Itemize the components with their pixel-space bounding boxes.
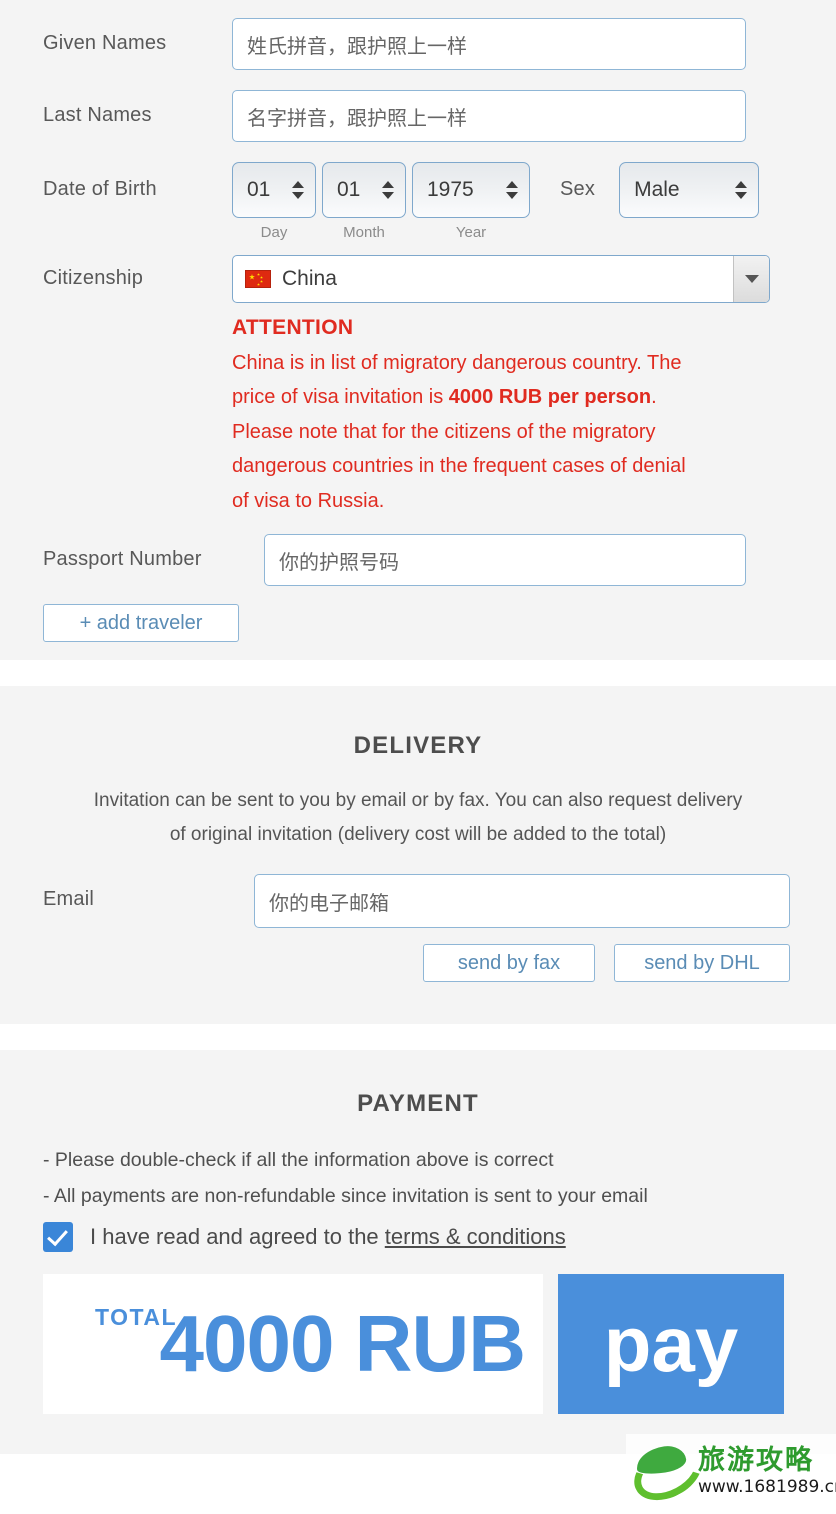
year-sub-label: Year — [455, 224, 487, 241]
total-box: TOTAL 4000 RUB — [43, 1274, 543, 1414]
passport-number-input[interactable]: 你的护照号码 — [264, 534, 746, 586]
delivery-panel: DELIVERY Invitation can be sent to you b… — [0, 686, 836, 1024]
attention-line-2-before: price of visa invitation is — [232, 386, 449, 408]
chevron-down-icon[interactable] — [733, 256, 769, 302]
attention-line-2-after: . — [651, 386, 657, 408]
traveler-panel: Given Names 姓氏拼音，跟护照上一样 Last Names 名字拼音，… — [0, 0, 836, 660]
panel-separator — [0, 1024, 836, 1050]
attention-warning: ATTENTION China is in list of migratory … — [232, 311, 764, 518]
attention-line-4: dangerous countries in the frequent case… — [232, 455, 686, 477]
terms-prefix: I have read and agreed to the — [90, 1224, 385, 1249]
day-value: 01 — [247, 178, 271, 201]
delivery-title: DELIVERY — [353, 732, 483, 759]
sex-label: Sex — [560, 178, 596, 200]
spinner-arrows-icon — [292, 181, 304, 199]
watermark-url: www.1681989.cn — [698, 1476, 836, 1497]
attention-line-2: price of visa invitation is 4000 RUB per… — [232, 380, 764, 415]
passport-number-row: Passport Number 你的护照号码 — [0, 534, 836, 586]
citizenship-selected-value-wrap: China — [233, 256, 733, 302]
sex-value: Male — [634, 178, 680, 201]
attention-heading: ATTENTION — [232, 316, 354, 339]
terms-text: I have read and agreed to the terms & co… — [90, 1224, 566, 1250]
spinner-arrows-icon — [506, 181, 518, 199]
spinner-arrows-icon — [382, 181, 394, 199]
payment-bullet-1: - Please double-check if all the informa… — [43, 1149, 554, 1171]
delivery-description-line-1: Invitation can be sent to you by email o… — [93, 790, 743, 811]
month-select[interactable]: 01 — [322, 162, 406, 218]
email-row: Email 你的电子邮箱 — [0, 874, 836, 928]
spinner-arrows-icon — [735, 181, 748, 199]
citizenship-label: Citizenship — [43, 267, 144, 289]
send-by-dhl-button[interactable]: send by DHL — [614, 944, 790, 982]
attention-line-5: of visa to Russia. — [232, 489, 385, 512]
total-pay-row: TOTAL 4000 RUB pay — [0, 1274, 836, 1414]
attention-line-3: Please note that for the citizens of the… — [232, 420, 656, 443]
china-flag-icon — [245, 270, 271, 288]
citizenship-row: Citizenship China ATTENTION China is in … — [0, 255, 836, 518]
payment-panel: PAYMENT - Please double-check if all the… — [0, 1050, 836, 1454]
month-select-group: 01 Month — [322, 162, 406, 241]
delivery-description: Invitation can be sent to you by email o… — [0, 784, 836, 852]
add-traveler-button[interactable]: + add traveler — [43, 604, 239, 642]
given-names-label: Given Names — [43, 32, 167, 54]
year-select[interactable]: 1975 — [412, 162, 530, 218]
terms-and-conditions-link[interactable]: terms & conditions — [385, 1224, 566, 1249]
sex-select[interactable]: Male — [619, 162, 760, 218]
month-value: 01 — [337, 178, 361, 201]
payment-title: PAYMENT — [357, 1090, 479, 1117]
year-value: 1975 — [427, 178, 474, 201]
date-of-birth-label: Date of Birth — [43, 178, 157, 200]
terms-row: I have read and agreed to the terms & co… — [0, 1222, 836, 1252]
day-select[interactable]: 01 — [232, 162, 316, 218]
email-label: Email — [43, 888, 95, 910]
pay-button[interactable]: pay — [558, 1274, 784, 1414]
month-sub-label: Month — [343, 224, 385, 241]
day-sub-label: Day — [260, 224, 288, 241]
year-select-group: 1975 Year — [412, 162, 530, 241]
attention-price: 4000 RUB per person — [448, 386, 652, 408]
day-select-group: 01 Day — [232, 162, 316, 241]
last-names-row: Last Names 名字拼音，跟护照上一样 — [0, 90, 836, 142]
citizenship-select[interactable]: China — [232, 255, 770, 303]
send-by-fax-button[interactable]: send by fax — [423, 944, 595, 982]
delivery-description-line-2: of original invitation (delivery cost wi… — [169, 824, 667, 845]
panel-separator — [0, 660, 836, 686]
add-traveler-row: + add traveler — [0, 604, 836, 642]
total-amount: 4000 RUB — [159, 1299, 526, 1388]
given-names-input[interactable]: 姓氏拼音，跟护照上一样 — [232, 18, 746, 70]
last-names-input[interactable]: 名字拼音，跟护照上一样 — [232, 90, 746, 142]
given-names-row: Given Names 姓氏拼音，跟护照上一样 — [0, 18, 836, 70]
date-of-birth-row: Date of Birth 01 Day 01 Month 1975 Year … — [0, 162, 836, 241]
terms-checkbox[interactable] — [43, 1222, 73, 1252]
citizenship-value: China — [282, 267, 337, 290]
last-names-label: Last Names — [43, 104, 152, 126]
delivery-buttons-row: send by fax send by DHL — [0, 944, 836, 982]
passport-number-label: Passport Number — [43, 548, 202, 570]
payment-notes: - Please double-check if all the informa… — [0, 1142, 836, 1214]
payment-bullet-2: - All payments are non-refundable since … — [43, 1185, 648, 1207]
attention-line-1: China is in list of migratory dangerous … — [232, 351, 682, 374]
email-input[interactable]: 你的电子邮箱 — [254, 874, 790, 928]
